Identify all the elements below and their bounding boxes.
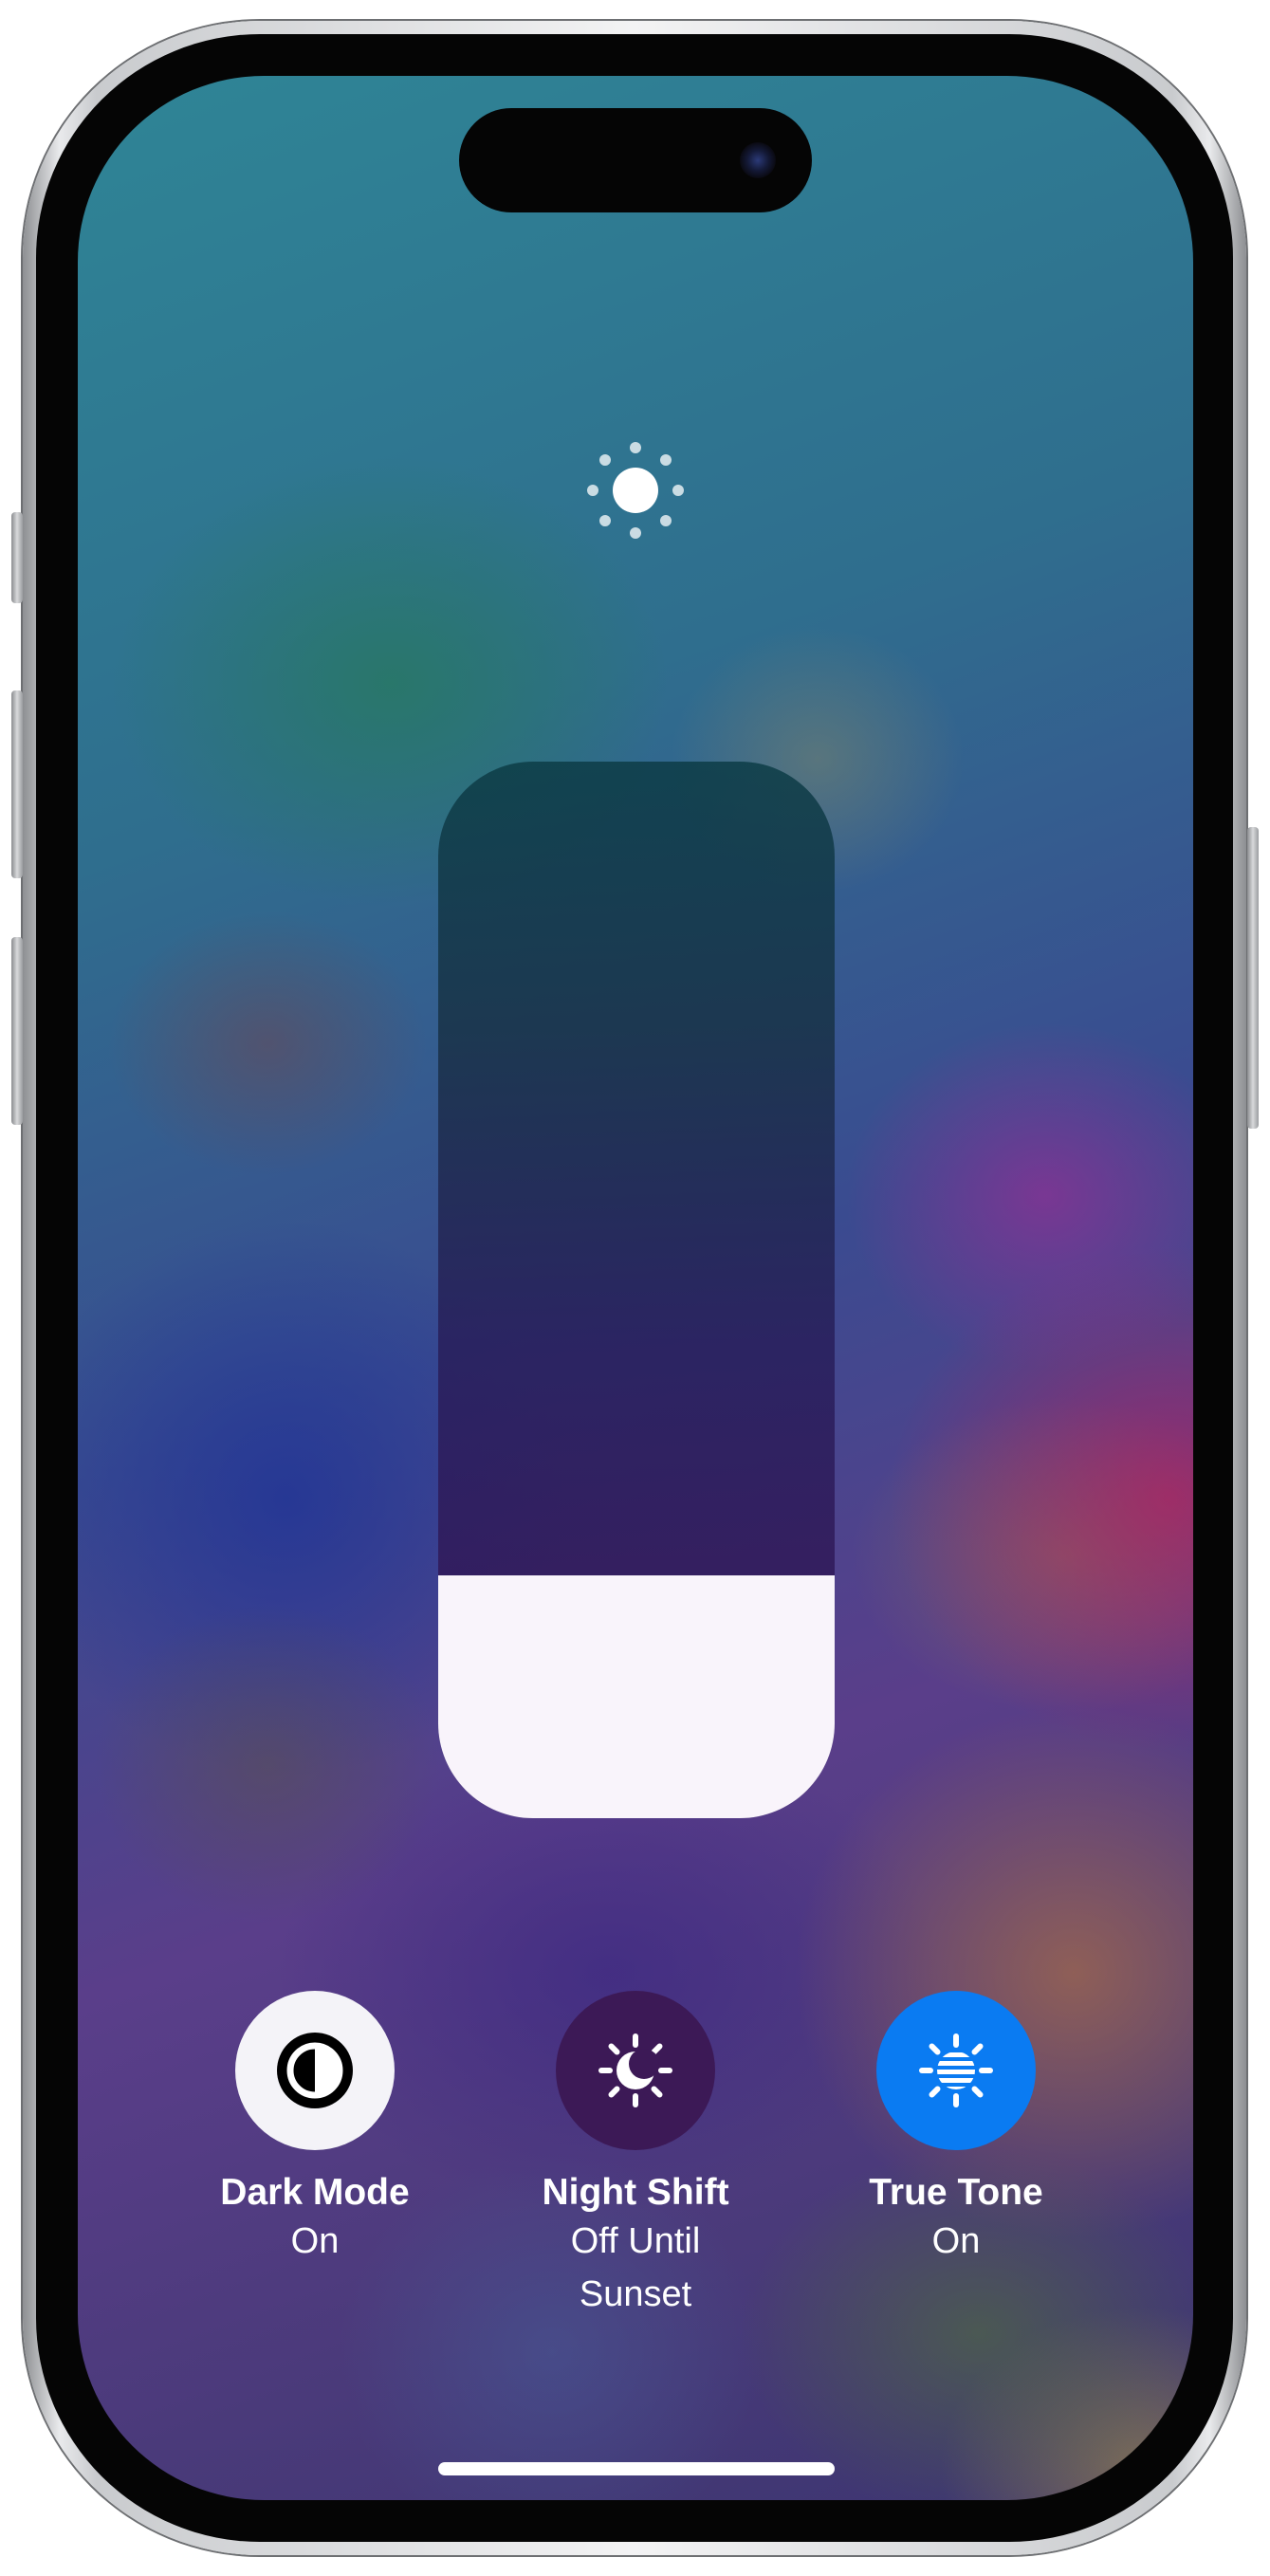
screen: Dark Mode On Night Shift Off Until Sunse… xyxy=(78,76,1193,2500)
dark-mode-toggle[interactable]: Dark Mode On xyxy=(201,1991,429,2268)
brightness-sun-icon xyxy=(587,442,684,539)
brightness-slider[interactable] xyxy=(438,762,835,1818)
side-power-button xyxy=(1247,827,1259,1129)
front-camera xyxy=(740,142,776,178)
true-tone-button[interactable] xyxy=(876,1991,1036,2150)
dark-mode-button[interactable] xyxy=(235,1991,395,2150)
home-indicator[interactable] xyxy=(438,2462,835,2475)
true-tone-icon xyxy=(919,2033,993,2107)
dark-mode-icon xyxy=(277,2033,353,2108)
true-tone-toggle[interactable]: True Tone On xyxy=(842,1991,1070,2268)
night-shift-title: Night Shift xyxy=(542,2172,729,2213)
dark-mode-title: Dark Mode xyxy=(220,2172,410,2213)
true-tone-title: True Tone xyxy=(869,2172,1043,2213)
night-shift-status: Off Until Sunset xyxy=(570,2221,701,2314)
volume-up-button xyxy=(11,690,23,878)
dark-mode-status: On xyxy=(290,2221,340,2261)
night-shift-button[interactable] xyxy=(556,1991,715,2150)
true-tone-status: On xyxy=(931,2221,981,2261)
dynamic-island xyxy=(459,108,812,212)
volume-down-button xyxy=(11,937,23,1125)
night-shift-icon xyxy=(598,2033,672,2107)
brightness-slider-fill xyxy=(438,1574,835,1818)
action-button xyxy=(11,512,23,603)
night-shift-toggle[interactable]: Night Shift Off Until Sunset xyxy=(522,1991,749,2321)
